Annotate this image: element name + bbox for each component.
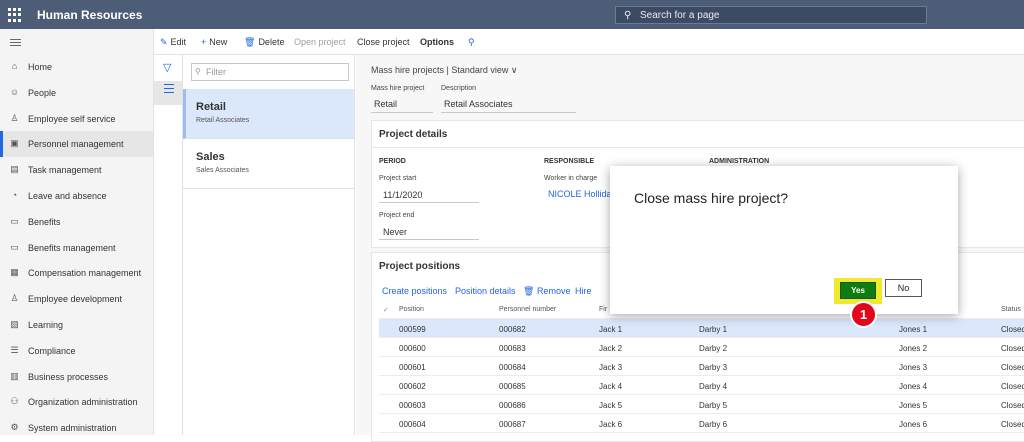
no-button[interactable]: No <box>885 279 922 297</box>
dialog-question: Close mass hire project? <box>634 190 789 206</box>
dialog-overlay: Close mass hire project? Yes No 1 <box>0 0 1024 435</box>
yes-button[interactable]: Yes <box>840 282 876 299</box>
step-marker: 1 <box>850 301 877 328</box>
